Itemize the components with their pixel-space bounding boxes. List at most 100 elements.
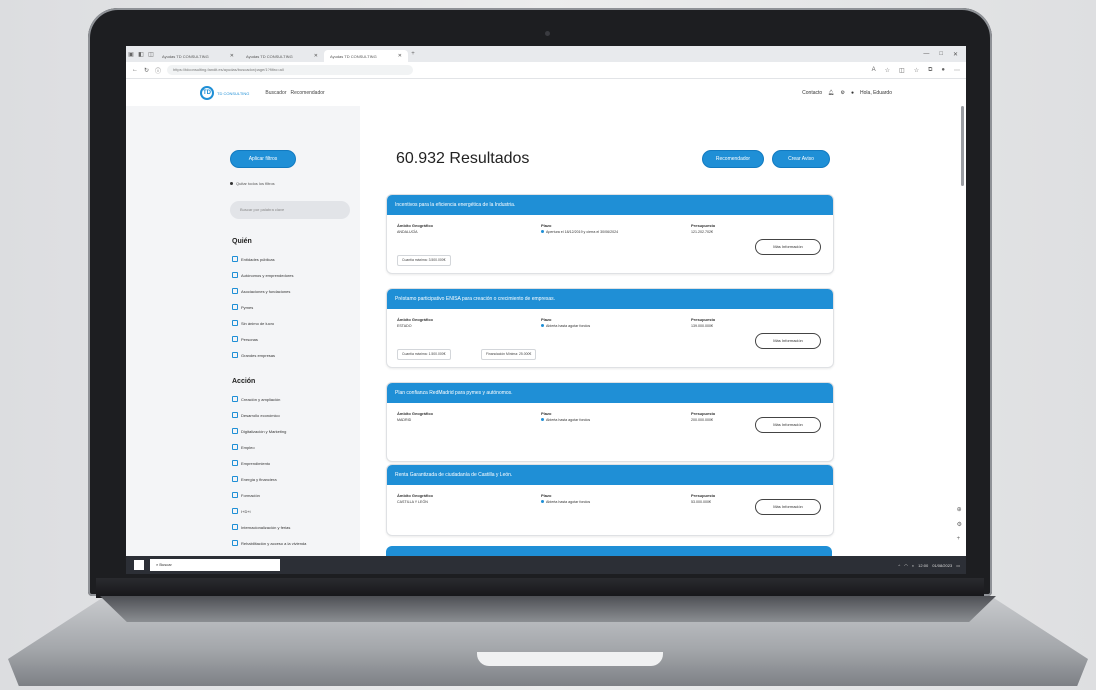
url-field[interactable]: https://tdconsulting.fandit.es/ayudas/bu… bbox=[167, 65, 414, 75]
result-card[interactable]: Incentivos para la eficiencia energética… bbox=[386, 194, 834, 274]
result-card[interactable]: Renta Garantizada de ciudadanía de Casti… bbox=[386, 464, 834, 536]
filter-checkbox[interactable]: Personas bbox=[232, 336, 258, 342]
tab-actions-icon[interactable]: ◧ bbox=[136, 51, 146, 58]
nav-recomendador[interactable]: Recomendador bbox=[291, 90, 325, 96]
filter-checkbox[interactable]: Rehabilitación y acceso a la vivienda bbox=[232, 540, 306, 546]
profile-icon[interactable]: ● bbox=[941, 67, 945, 74]
new-tab-icon[interactable]: + bbox=[408, 51, 418, 57]
clock-date[interactable]: 01/08/2023 bbox=[932, 563, 952, 568]
favorite-icon[interactable]: ☆ bbox=[885, 67, 890, 74]
back-icon[interactable]: ← bbox=[132, 67, 138, 73]
contact-link[interactable]: Contacto bbox=[802, 90, 822, 96]
card-title[interactable]: Préstamo participativo ENISA para creaci… bbox=[387, 289, 833, 309]
checkbox-icon[interactable] bbox=[232, 272, 238, 278]
collections-icon[interactable]: ⧉ bbox=[928, 67, 932, 74]
checkbox-icon[interactable] bbox=[232, 396, 238, 402]
checkbox-icon[interactable] bbox=[232, 444, 238, 450]
reload-icon[interactable]: ↻ bbox=[144, 67, 149, 74]
workspace-icon[interactable]: ▣ bbox=[126, 51, 136, 58]
notification-center-icon[interactable]: ▭ bbox=[956, 563, 960, 568]
tray-arrow-icon[interactable]: ^ bbox=[898, 563, 900, 568]
more-info-button[interactable]: Más Información bbox=[755, 333, 821, 349]
browser-tab-active[interactable]: Ayudas TD CONSULTING ✕ bbox=[324, 50, 408, 62]
filter-label: Entidades públicas bbox=[241, 256, 275, 262]
filter-checkbox[interactable]: Digitalización y Marketing bbox=[232, 428, 286, 434]
card-title[interactable]: Renta Garantizada de ciudadanía de Casti… bbox=[387, 465, 833, 485]
checkbox-icon[interactable] bbox=[232, 508, 238, 514]
volume-icon[interactable]: ◖ bbox=[912, 563, 914, 568]
wifi-icon[interactable]: ◠ bbox=[904, 563, 908, 568]
sidebar-add-icon[interactable]: + bbox=[957, 536, 962, 542]
apply-filters-button[interactable]: Aplicar filtros bbox=[230, 150, 296, 168]
checkbox-icon[interactable] bbox=[232, 492, 238, 498]
card-title[interactable]: Incentivos para la eficiencia energética… bbox=[387, 195, 833, 215]
tab-search-icon[interactable]: ◫ bbox=[146, 51, 156, 58]
checkbox-icon[interactable] bbox=[232, 288, 238, 294]
checkbox-icon[interactable] bbox=[232, 460, 238, 466]
more-info-button[interactable]: Más Información bbox=[755, 499, 821, 515]
logo[interactable]: TD bbox=[200, 86, 214, 100]
close-tab-icon[interactable]: ✕ bbox=[314, 53, 318, 59]
windows-start-icon[interactable] bbox=[134, 560, 144, 570]
filter-checkbox[interactable]: Autónomos y emprendedores bbox=[232, 272, 293, 278]
browser-tab[interactable]: Ayudas TD CONSULTING ✕ bbox=[156, 50, 240, 62]
checkbox-icon[interactable] bbox=[232, 524, 238, 530]
recommender-button[interactable]: Recomendador bbox=[702, 150, 764, 168]
checkbox-icon[interactable] bbox=[232, 412, 238, 418]
sidebar-settings-icon[interactable]: ⚙ bbox=[957, 521, 962, 528]
create-alert-button[interactable]: Crear Aviso bbox=[772, 150, 830, 168]
page-scrollbar[interactable] bbox=[961, 106, 964, 186]
notifications-icon[interactable]: 🔔︎ bbox=[828, 90, 834, 96]
result-card[interactable]: Plan confianza RedMadrid para pymes y au… bbox=[386, 382, 834, 462]
filter-checkbox[interactable]: Energía y financiera bbox=[232, 476, 277, 482]
filter-checkbox[interactable]: Pymes bbox=[232, 304, 253, 310]
filter-checkbox[interactable]: Creación y ampliación bbox=[232, 396, 280, 402]
split-screen-icon[interactable]: ◫ bbox=[899, 67, 905, 74]
settings-icon[interactable]: ⚙ bbox=[841, 90, 845, 96]
checkbox-icon[interactable] bbox=[232, 256, 238, 262]
taskbar-search[interactable]: ⌕ Buscar bbox=[150, 559, 280, 571]
user-icon[interactable]: ● bbox=[851, 90, 854, 96]
filter-checkbox[interactable]: Entidades públicas bbox=[232, 256, 275, 262]
filter-checkbox[interactable]: Empleo bbox=[232, 444, 255, 450]
more-info-button[interactable]: Más Información bbox=[755, 417, 821, 433]
card-title[interactable]: Plan confianza RedMadrid para pymes y au… bbox=[387, 383, 833, 403]
filter-checkbox[interactable]: Formación bbox=[232, 492, 260, 498]
filter-checkbox[interactable]: I+D+i bbox=[232, 508, 251, 514]
minimize-icon[interactable]: — bbox=[923, 51, 929, 58]
remove-filters-link[interactable]: Quitar todos los filtros bbox=[230, 181, 275, 186]
result-card[interactable]: Préstamo participativo ENISA para creaci… bbox=[386, 288, 834, 368]
filter-checkbox[interactable]: Emprendimiento bbox=[232, 460, 270, 466]
filter-checkbox[interactable]: Grandes empresas bbox=[232, 352, 275, 358]
nav-buscador[interactable]: Buscador bbox=[265, 90, 286, 96]
checkbox-icon[interactable] bbox=[232, 320, 238, 326]
more-info-button[interactable]: Más Información bbox=[755, 239, 821, 255]
read-aloud-icon[interactable]: A bbox=[872, 67, 876, 74]
filter-checkbox[interactable]: Desarrollo económico bbox=[232, 412, 280, 418]
maximize-icon[interactable]: □ bbox=[939, 51, 943, 58]
checkbox-icon[interactable] bbox=[232, 428, 238, 434]
result-card-partial[interactable] bbox=[386, 546, 832, 556]
filter-checkbox[interactable]: Sin ánimo de lucro bbox=[232, 320, 274, 326]
info-icon[interactable]: ⓘ bbox=[155, 66, 161, 75]
checkbox-icon[interactable] bbox=[232, 352, 238, 358]
more-icon[interactable]: ⋯ bbox=[954, 67, 960, 74]
user-greeting[interactable]: Hola, Eduardo bbox=[860, 90, 892, 96]
close-tab-icon[interactable]: ✕ bbox=[398, 53, 402, 59]
keyword-search-input[interactable]: Buscar por palabra clave bbox=[230, 201, 350, 219]
filter-checkbox[interactable]: Asociaciones y fundaciones bbox=[232, 288, 290, 294]
presupuesto-field: Presupuesto 121.202.702€ bbox=[691, 223, 715, 234]
plazo-label: Plazo bbox=[541, 317, 552, 322]
filter-checkbox[interactable]: Internacionalización y ferias bbox=[232, 524, 290, 530]
browser-tab[interactable]: Ayudas TD CONSULTING ✕ bbox=[240, 50, 324, 62]
checkbox-icon[interactable] bbox=[232, 304, 238, 310]
checkbox-icon[interactable] bbox=[232, 336, 238, 342]
presupuesto-value: 53.000.000€ bbox=[691, 500, 711, 504]
checkbox-icon[interactable] bbox=[232, 540, 238, 546]
favorites-icon[interactable]: ☆ bbox=[914, 67, 919, 74]
sidebar-search-icon[interactable]: ⊕ bbox=[957, 506, 962, 513]
close-tab-icon[interactable]: ✕ bbox=[230, 53, 234, 59]
checkbox-icon[interactable] bbox=[232, 476, 238, 482]
close-window-icon[interactable]: ✕ bbox=[953, 51, 958, 58]
clock-time[interactable]: 12:00 bbox=[918, 563, 928, 568]
